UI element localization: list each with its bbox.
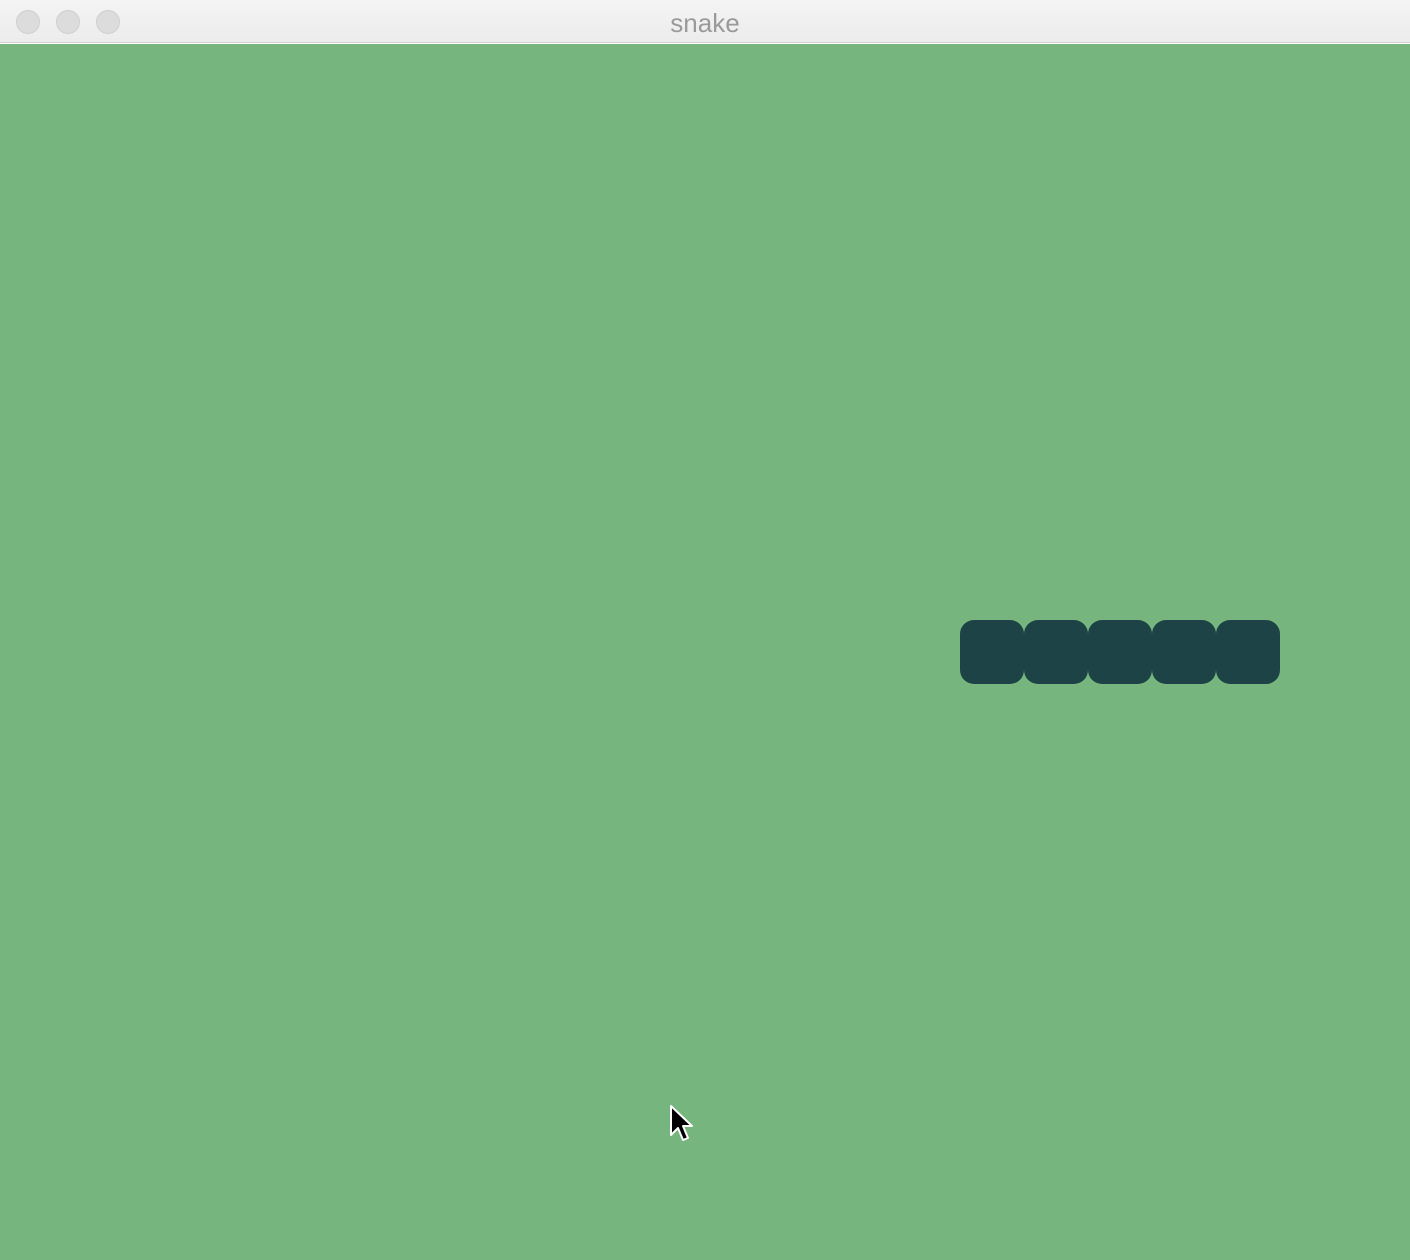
snake-segment [960, 620, 1024, 684]
window-title: snake [670, 8, 740, 38]
game-board[interactable] [0, 44, 1410, 1260]
snake-segment [1216, 620, 1280, 684]
snake-segment [1152, 620, 1216, 684]
game-window: snake [0, 0, 1410, 1260]
title-bar[interactable]: snake [0, 0, 1410, 43]
snake-segment [1088, 620, 1152, 684]
snake-segment [1024, 620, 1088, 684]
mouse-pointer-icon [670, 1105, 693, 1141]
